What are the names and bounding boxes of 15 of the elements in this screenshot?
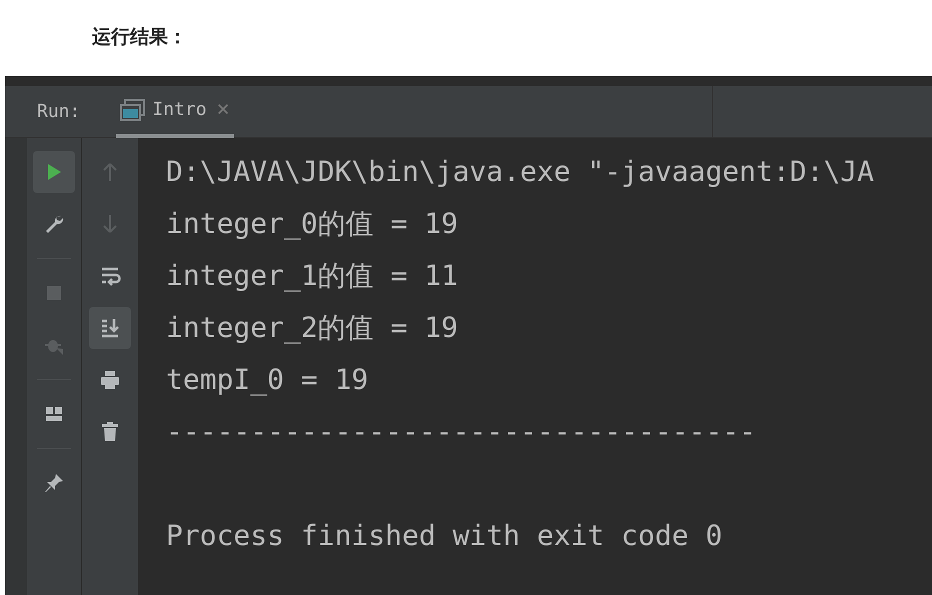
console-line: integer_0的值 = 19 — [166, 206, 458, 242]
window-icon — [120, 98, 146, 120]
tool-button[interactable] — [89, 307, 131, 349]
console-line: integer_1的值 = 11 — [166, 258, 458, 294]
console-line: integer_2的值 = 19 — [166, 310, 458, 346]
run-label: Run: — [37, 100, 80, 124]
console-line: Process finished with exit code 0 — [166, 518, 722, 554]
console-line: tempI_0 = 19 — [166, 362, 368, 398]
section-heading: 运行结果： — [92, 27, 187, 48]
console-line: D:\JAVA\JDK\bin\java.exe "-javaagent:D:\JA — [166, 154, 874, 190]
console-line: ----------------------------------- — [166, 414, 756, 450]
pin-icon — [42, 471, 66, 495]
tab-label: Intro — [152, 98, 207, 122]
tool-button[interactable] — [33, 151, 75, 193]
printer-icon — [98, 368, 122, 392]
